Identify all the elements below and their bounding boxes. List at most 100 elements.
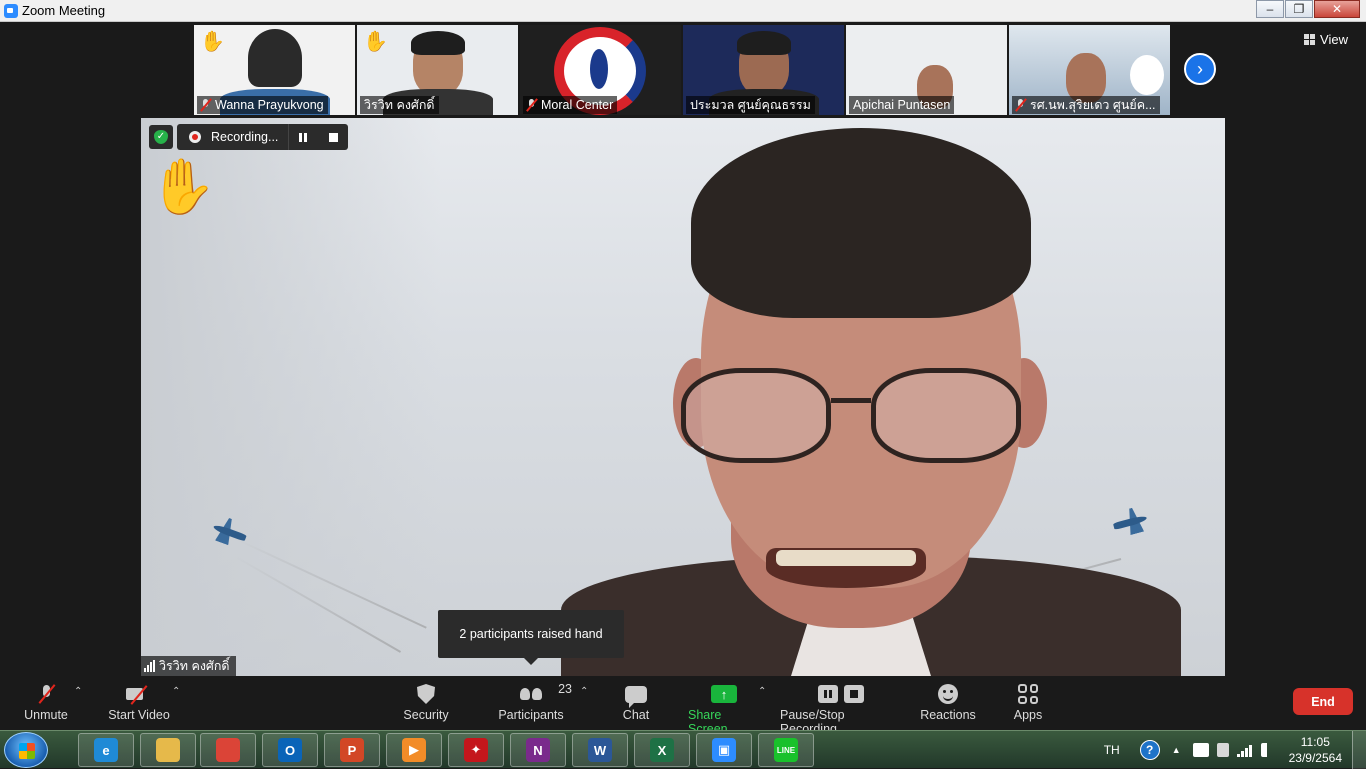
person-hair bbox=[691, 128, 1031, 318]
encryption-shield-icon[interactable]: ✓ bbox=[149, 125, 173, 149]
muted-mic-icon bbox=[1016, 99, 1025, 111]
system-clock[interactable]: 11:05 23/9/2564 bbox=[1289, 734, 1342, 766]
speaker-name-label: วิรวิท คงศักดิ์ bbox=[141, 656, 236, 676]
thumbnail-name-text: รศ.นพ.สุริยเดว ศูนย์ค... bbox=[1030, 98, 1156, 112]
reactions-button[interactable]: Reactions bbox=[920, 680, 976, 722]
powerpoint-icon: P bbox=[340, 738, 364, 762]
video-player-icon: ▶ bbox=[402, 738, 426, 762]
clock-time: 11:05 bbox=[1300, 735, 1330, 749]
participant-thumbnail[interactable]: รศ.นพ.สุริยเดว ศูนย์ค... bbox=[1009, 25, 1170, 115]
thumbnail-name: รศ.นพ.สุริยเดว ศูนย์ค... bbox=[1012, 96, 1160, 114]
end-meeting-button[interactable]: End bbox=[1293, 688, 1353, 715]
speaker-name: วิรวิท คงศักดิ์ bbox=[159, 659, 230, 673]
onenote-taskbar-button[interactable]: N bbox=[510, 733, 566, 767]
active-speaker-video[interactable]: ✓ Recording... ✋ วิรวิท คงศักดิ์ bbox=[141, 118, 1225, 676]
maximize-button[interactable]: ❐ bbox=[1285, 0, 1313, 18]
excel-icon: X bbox=[650, 738, 674, 762]
chat-button[interactable]: Chat bbox=[620, 680, 652, 722]
network-icon[interactable] bbox=[1236, 743, 1253, 757]
raised-hand-icon: ✋ bbox=[363, 31, 388, 53]
view-button[interactable]: View bbox=[1304, 32, 1348, 47]
line-icon: LINE bbox=[774, 738, 798, 762]
recording-indicator: Recording... bbox=[177, 124, 349, 150]
share-screen-button[interactable]: ↑ Share Screen bbox=[688, 680, 760, 736]
participant-thumbnail[interactable]: ประมวล ศูนย์คุณธรรม bbox=[683, 25, 844, 115]
thumbnail-name-text: Wanna Prayukvong bbox=[215, 98, 324, 112]
app-red-taskbar-button[interactable]: ✦ bbox=[448, 733, 504, 767]
zoom-taskbar-button[interactable]: ▣ bbox=[696, 733, 752, 767]
thumbnail-name: Wanna Prayukvong bbox=[197, 96, 328, 114]
recording-dot-icon bbox=[189, 131, 201, 143]
pause-recording-icon[interactable] bbox=[299, 132, 308, 142]
powerpoint-taskbar-button[interactable]: P bbox=[324, 733, 380, 767]
shield-icon bbox=[417, 684, 435, 704]
pause-stop-recording-button[interactable]: Pause/Stop Recording bbox=[780, 680, 902, 736]
apps-button[interactable]: Apps bbox=[1010, 680, 1046, 722]
show-desktop-button[interactable] bbox=[1352, 731, 1366, 769]
view-button-label: View bbox=[1320, 32, 1348, 47]
usb-icon[interactable] bbox=[1216, 743, 1229, 757]
participant-thumbnail[interactable]: ✋ Wanna Prayukvong bbox=[194, 25, 355, 115]
thumbnail-name: Apichai Puntasen bbox=[849, 96, 955, 114]
participants-label: Participants bbox=[498, 708, 564, 722]
smile-icon bbox=[938, 684, 958, 704]
participant-thumbnail[interactable]: Moral Center bbox=[520, 25, 681, 115]
share-options-chevron-icon[interactable]: ⌃ bbox=[758, 686, 766, 697]
explorer-taskbar-button[interactable] bbox=[140, 733, 196, 767]
participants-count: 23 bbox=[558, 682, 572, 696]
chrome-taskbar-button[interactable] bbox=[200, 733, 256, 767]
show-hidden-icons-icon[interactable]: ▲ bbox=[1172, 745, 1181, 755]
glasses-bridge bbox=[831, 398, 871, 403]
start-video-button[interactable]: Start Video bbox=[106, 680, 172, 722]
help-icon[interactable]: ? bbox=[1139, 740, 1160, 760]
chevron-right-icon[interactable]: › bbox=[1184, 53, 1216, 85]
volume-icon[interactable] bbox=[1260, 743, 1273, 757]
window-titlebar: Zoom Meeting – ❐ ✕ bbox=[0, 0, 1366, 22]
minimize-button[interactable]: – bbox=[1256, 0, 1284, 18]
zoom-app-icon bbox=[4, 3, 18, 18]
meeting-toolbar: Unmute ⌃ Start Video ⌃ Security 23 Parti… bbox=[0, 676, 1366, 736]
participant-thumbnail[interactable]: Apichai Puntasen bbox=[846, 25, 1007, 115]
outlook-taskbar-button[interactable]: O bbox=[262, 733, 318, 767]
video-off-icon bbox=[126, 686, 152, 702]
close-button[interactable]: ✕ bbox=[1314, 0, 1360, 18]
chat-label: Chat bbox=[622, 708, 650, 722]
clock-date: 23/9/2564 bbox=[1288, 751, 1342, 765]
audio-options-chevron-icon[interactable]: ⌃ bbox=[74, 686, 82, 697]
stop-recording-icon[interactable] bbox=[329, 132, 339, 142]
video-player-taskbar-button[interactable]: ▶ bbox=[386, 733, 442, 767]
pause-stop-icon bbox=[818, 685, 864, 703]
participants-button[interactable]: 23 Participants bbox=[498, 680, 572, 722]
explorer-icon bbox=[156, 738, 180, 762]
thumbnail-name-text: Moral Center bbox=[541, 98, 614, 112]
thumbnail-name-text: Apichai Puntasen bbox=[853, 98, 951, 112]
flag-icon[interactable] bbox=[1192, 743, 1209, 757]
window-controls: – ❐ ✕ bbox=[1255, 0, 1360, 18]
participant-thumbnail[interactable]: ✋ วิรวิท คงศักดิ์ bbox=[357, 25, 518, 115]
recording-bar: ✓ Recording... bbox=[149, 124, 349, 150]
video-options-chevron-icon[interactable]: ⌃ bbox=[172, 686, 180, 697]
security-button[interactable]: Security bbox=[402, 680, 450, 722]
share-screen-icon: ↑ bbox=[711, 685, 737, 703]
muted-mic-icon bbox=[527, 99, 536, 111]
divider bbox=[288, 124, 290, 150]
participants-icon bbox=[520, 688, 542, 700]
apps-icon-wrap bbox=[1018, 680, 1038, 708]
ie-taskbar-button[interactable]: e bbox=[78, 733, 134, 767]
start-button[interactable] bbox=[4, 732, 48, 768]
pause-stop-icon-wrap bbox=[818, 680, 864, 708]
participants-options-chevron-icon[interactable]: ⌃ bbox=[580, 686, 588, 697]
unmute-button[interactable]: Unmute bbox=[22, 680, 70, 722]
system-tray: TH ? ▲ 11:05 23/9/2564 bbox=[1104, 731, 1366, 769]
excel-taskbar-button[interactable]: X bbox=[634, 733, 690, 767]
thumbnail-strip: ✋ Wanna Prayukvong ✋ วิรวิท คงศักดิ์ Mor… bbox=[194, 25, 1170, 115]
glasses-lens bbox=[871, 368, 1021, 463]
share-icon-wrap: ↑ bbox=[711, 680, 737, 708]
language-indicator[interactable]: TH bbox=[1104, 743, 1120, 757]
video-icon-wrap bbox=[126, 680, 152, 708]
thumbnail-name-text: ประมวล ศูนย์คุณธรรม bbox=[690, 98, 811, 112]
logo-leaf-icon bbox=[590, 49, 608, 89]
line-taskbar-button[interactable]: LINE bbox=[758, 733, 814, 767]
word-taskbar-button[interactable]: W bbox=[572, 733, 628, 767]
reactions-icon-wrap bbox=[938, 680, 958, 708]
